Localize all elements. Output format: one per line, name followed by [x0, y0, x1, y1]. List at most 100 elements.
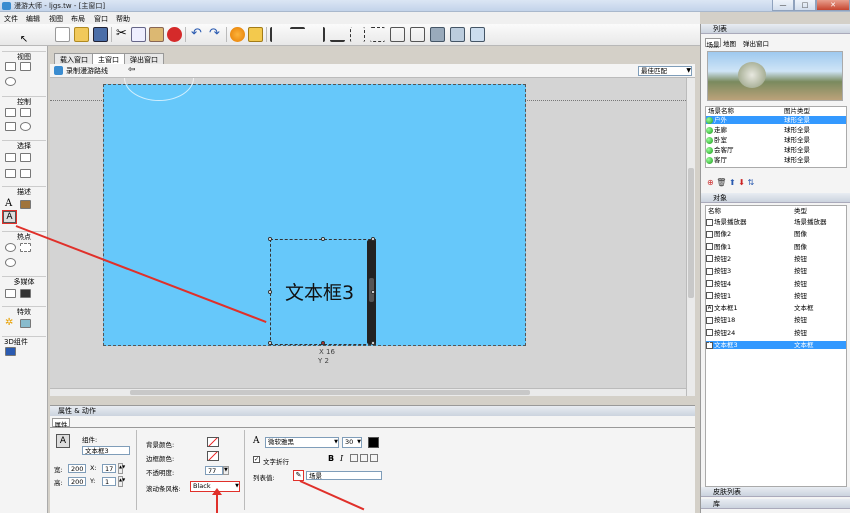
save-icon[interactable] — [93, 27, 108, 42]
tab-popup-window[interactable]: 弹出窗口 — [124, 53, 164, 64]
textbox3-selection[interactable]: 文本框3 — [268, 237, 376, 345]
image-tool-icon[interactable] — [20, 200, 31, 209]
menu-help[interactable]: 帮助 — [116, 14, 130, 24]
undo-icon[interactable]: ↶ — [189, 27, 204, 42]
bring-front-icon[interactable] — [430, 27, 445, 42]
scene-list-item[interactable]: 卧室 球形全景 — [706, 136, 846, 144]
group-icon[interactable] — [470, 27, 485, 42]
anchor-handle[interactable] — [321, 341, 325, 345]
font-size-select[interactable]: 30 ▼ — [342, 437, 362, 448]
publish-icon[interactable] — [248, 27, 263, 42]
skin-list-header[interactable]: 皮肤列表 — [701, 487, 850, 497]
object-list-item[interactable]: A 文本框3 文本框 — [706, 341, 846, 349]
list-value-edit-icon[interactable]: ✎ — [293, 470, 304, 481]
align-right-icon[interactable] — [310, 27, 325, 42]
add-scene-icon[interactable]: ⊕ — [707, 178, 714, 187]
sort-icon[interactable]: ⇅ — [747, 178, 754, 187]
hscroll-thumb[interactable] — [130, 390, 530, 395]
resize-handle[interactable] — [371, 237, 375, 241]
same-width-icon[interactable] — [390, 27, 405, 42]
delete-scene-icon[interactable]: 🗑 — [716, 178, 726, 187]
align-center-h-icon[interactable] — [350, 27, 365, 42]
object-list-item[interactable]: 按钮2 按钮 — [706, 255, 846, 263]
scene-list-item[interactable]: 走廊 球形全景 — [706, 126, 846, 134]
list-panel-header[interactable]: 列表 — [701, 24, 850, 34]
border-color-swatch[interactable] — [207, 451, 219, 461]
design-canvas[interactable]: 文本框3 X 16 Y 2 — [50, 78, 686, 396]
close-button[interactable]: ✕ — [816, 0, 850, 11]
control-button-icon[interactable] — [5, 108, 16, 117]
component-3d-icon[interactable] — [5, 347, 16, 356]
redo-icon[interactable]: ↷ — [207, 27, 222, 42]
align-bottom-icon[interactable] — [330, 27, 345, 42]
open-icon[interactable] — [74, 27, 89, 42]
resize-handle[interactable] — [268, 237, 272, 241]
objects-panel-header[interactable]: 对象 — [701, 193, 850, 203]
text-tool-icon[interactable]: A — [5, 198, 12, 209]
paste-icon[interactable] — [149, 27, 164, 42]
align-left-icon[interactable] — [270, 27, 285, 42]
select-combo-icon[interactable] — [20, 153, 31, 162]
align-left-text-icon[interactable] — [350, 454, 358, 462]
effect-sun-icon[interactable]: ✲ — [5, 317, 13, 328]
object-list-item[interactable]: 场景播放器 场景播放器 — [706, 218, 846, 226]
tab-scenes[interactable]: 场景 — [705, 38, 721, 49]
tab-properties[interactable]: 属性 — [52, 418, 70, 429]
font-color-swatch[interactable] — [368, 437, 379, 448]
send-back-icon[interactable] — [450, 27, 465, 42]
scene-list-item[interactable]: 会客厅 球形全景 — [706, 146, 846, 154]
canvas-vertical-scrollbar[interactable] — [686, 78, 695, 396]
same-height-icon[interactable] — [410, 27, 425, 42]
align-center-v-icon[interactable] — [370, 27, 385, 42]
media-video-icon[interactable] — [20, 289, 31, 298]
opacity-field[interactable]: 77 — [205, 466, 223, 475]
object-list-item[interactable]: 按钮1 按钮 — [706, 292, 846, 300]
delete-icon[interactable] — [167, 27, 182, 42]
object-list-item[interactable]: 按钮24 按钮 — [706, 329, 846, 337]
object-list-item[interactable]: 图像2 图像 — [706, 230, 846, 238]
select-box-icon[interactable] — [5, 169, 16, 178]
move-down-icon[interactable]: ⬇ — [738, 178, 745, 187]
record-path-button[interactable]: 录制漫游路线 — [66, 66, 108, 76]
width-field[interactable]: 200 — [68, 464, 86, 473]
object-list-item[interactable]: 按钮18 按钮 — [706, 316, 846, 324]
back-arrow-icon[interactable]: ⇦ — [128, 65, 136, 75]
view-frame-icon[interactable] — [20, 62, 31, 71]
view-globe-icon[interactable] — [5, 77, 16, 86]
align-top-icon[interactable] — [290, 27, 305, 42]
italic-button[interactable]: I — [340, 454, 343, 463]
copy-icon[interactable] — [131, 27, 146, 42]
library-header[interactable]: 库 — [701, 499, 850, 509]
menu-layout[interactable]: 布局 — [71, 14, 85, 24]
canvas-horizontal-scrollbar[interactable] — [50, 388, 686, 396]
maximize-button[interactable]: □ — [794, 0, 816, 11]
resize-handle[interactable] — [371, 341, 375, 345]
bg-color-swatch[interactable] — [207, 437, 219, 447]
preview-icon[interactable] — [230, 27, 245, 42]
font-family-select[interactable]: 微软雅黑 ▼ — [265, 437, 339, 448]
menu-edit[interactable]: 编辑 — [26, 14, 40, 24]
hotspot-area-icon[interactable] — [20, 243, 31, 252]
cut-icon[interactable]: ✂ — [114, 27, 129, 42]
select-slider-icon[interactable] — [20, 169, 31, 178]
height-field[interactable]: 200 — [68, 477, 86, 486]
object-list-item[interactable]: 图像1 图像 — [706, 243, 846, 251]
y-field[interactable]: 1 — [102, 477, 116, 486]
hotspot-circle-icon[interactable] — [5, 258, 16, 267]
resize-handle[interactable] — [321, 237, 325, 241]
select-list-icon[interactable] — [5, 153, 16, 162]
menu-file[interactable]: 文件 — [4, 14, 18, 24]
wrap-checkbox[interactable]: ✓ — [253, 456, 260, 463]
object-list-item[interactable]: A 文本框1 文本框 — [706, 304, 846, 312]
control-disabled-icon[interactable] — [20, 122, 31, 131]
minimize-button[interactable]: — — [772, 0, 794, 11]
resize-handle[interactable] — [371, 290, 375, 294]
tab-popup[interactable]: 弹出窗口 — [743, 38, 769, 48]
zoom-select[interactable]: 最佳匹配 ▼ — [638, 66, 692, 76]
pointer-icon[interactable]: ↖ — [18, 34, 30, 46]
chevron-down-icon[interactable]: ▼ — [223, 466, 229, 475]
scene-list-item[interactable]: 户外 球形全景 — [706, 116, 846, 124]
control-image-button-icon[interactable] — [20, 108, 31, 117]
component-name-field[interactable]: 文本框3 — [82, 446, 130, 455]
align-right-text-icon[interactable] — [370, 454, 378, 462]
